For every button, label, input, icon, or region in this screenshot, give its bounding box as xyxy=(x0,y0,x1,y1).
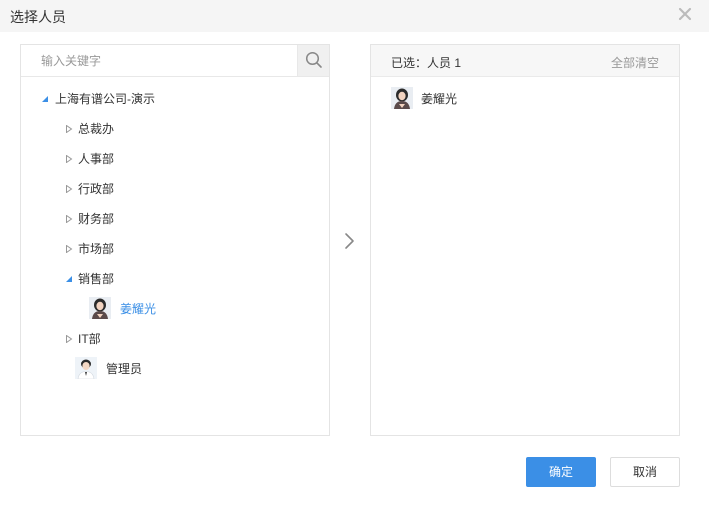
tree-node-label: 销售部 xyxy=(78,272,115,286)
selected-panel: 已选：人员 1 全部清空 姜耀光 xyxy=(370,44,680,436)
tree-node-label: 管理员 xyxy=(106,362,143,376)
selected-item[interactable]: 姜耀光 xyxy=(391,87,531,111)
search-input[interactable] xyxy=(21,45,298,76)
search-icon xyxy=(305,51,322,68)
expanded-triangle-icon xyxy=(41,95,49,103)
tree-node-label: 市场部 xyxy=(78,242,115,256)
tree-node-label: 行政部 xyxy=(78,182,115,196)
search-row xyxy=(21,45,329,77)
tree-node-department[interactable]: 行政部 xyxy=(65,179,185,199)
collapsed-triangle-icon xyxy=(65,215,73,223)
tree-node-root[interactable]: 上海有谱公司-演示 xyxy=(41,89,241,109)
tree-node-label: IT部 xyxy=(78,332,101,346)
tree-node-label: 上海有谱公司-演示 xyxy=(55,92,155,106)
avatar xyxy=(75,357,97,379)
selected-item-name: 姜耀光 xyxy=(421,92,458,106)
collapsed-triangle-icon xyxy=(65,335,73,343)
tree-node-department[interactable]: IT部 xyxy=(65,329,185,349)
tree-node-label: 财务部 xyxy=(78,212,115,226)
collapsed-triangle-icon xyxy=(65,125,73,133)
collapsed-triangle-icon xyxy=(65,185,73,193)
selected-header: 已选：人员 1 全部清空 xyxy=(371,45,679,77)
avatar xyxy=(391,87,413,109)
dialog-title: 选择人员 xyxy=(10,9,66,25)
tree-node-department[interactable]: 总裁办 xyxy=(65,119,185,139)
avatar xyxy=(89,297,111,319)
expanded-triangle-icon xyxy=(65,275,73,283)
chevron-right-icon[interactable] xyxy=(342,232,356,250)
dialog-title-bar: 选择人员 xyxy=(0,0,709,32)
ok-button[interactable]: 确定 xyxy=(526,457,596,487)
tree-node-department[interactable]: 销售部 xyxy=(65,269,185,289)
search-button[interactable] xyxy=(297,45,329,76)
tree-node-label: 姜耀光 xyxy=(120,302,157,316)
collapsed-triangle-icon xyxy=(65,245,73,253)
org-tree-panel: 上海有谱公司-演示 总裁办 人事部 行政部 财务部 市场部 xyxy=(20,44,330,436)
selected-count-label: 已选：人员 1 xyxy=(391,56,462,70)
cancel-button[interactable]: 取消 xyxy=(610,457,680,487)
tree-node-department[interactable]: 市场部 xyxy=(65,239,185,259)
close-icon[interactable] xyxy=(675,4,695,24)
tree-node-department[interactable]: 人事部 xyxy=(65,149,185,169)
clear-all-button[interactable]: 全部清空 xyxy=(611,54,659,71)
tree-node-label: 总裁办 xyxy=(78,122,115,136)
tree-node-person[interactable]: 管理员 xyxy=(75,357,195,381)
tree-node-person-selected[interactable]: 姜耀光 xyxy=(89,297,209,321)
tree-node-label: 人事部 xyxy=(78,152,115,166)
tree-node-department[interactable]: 财务部 xyxy=(65,209,185,229)
collapsed-triangle-icon xyxy=(65,155,73,163)
